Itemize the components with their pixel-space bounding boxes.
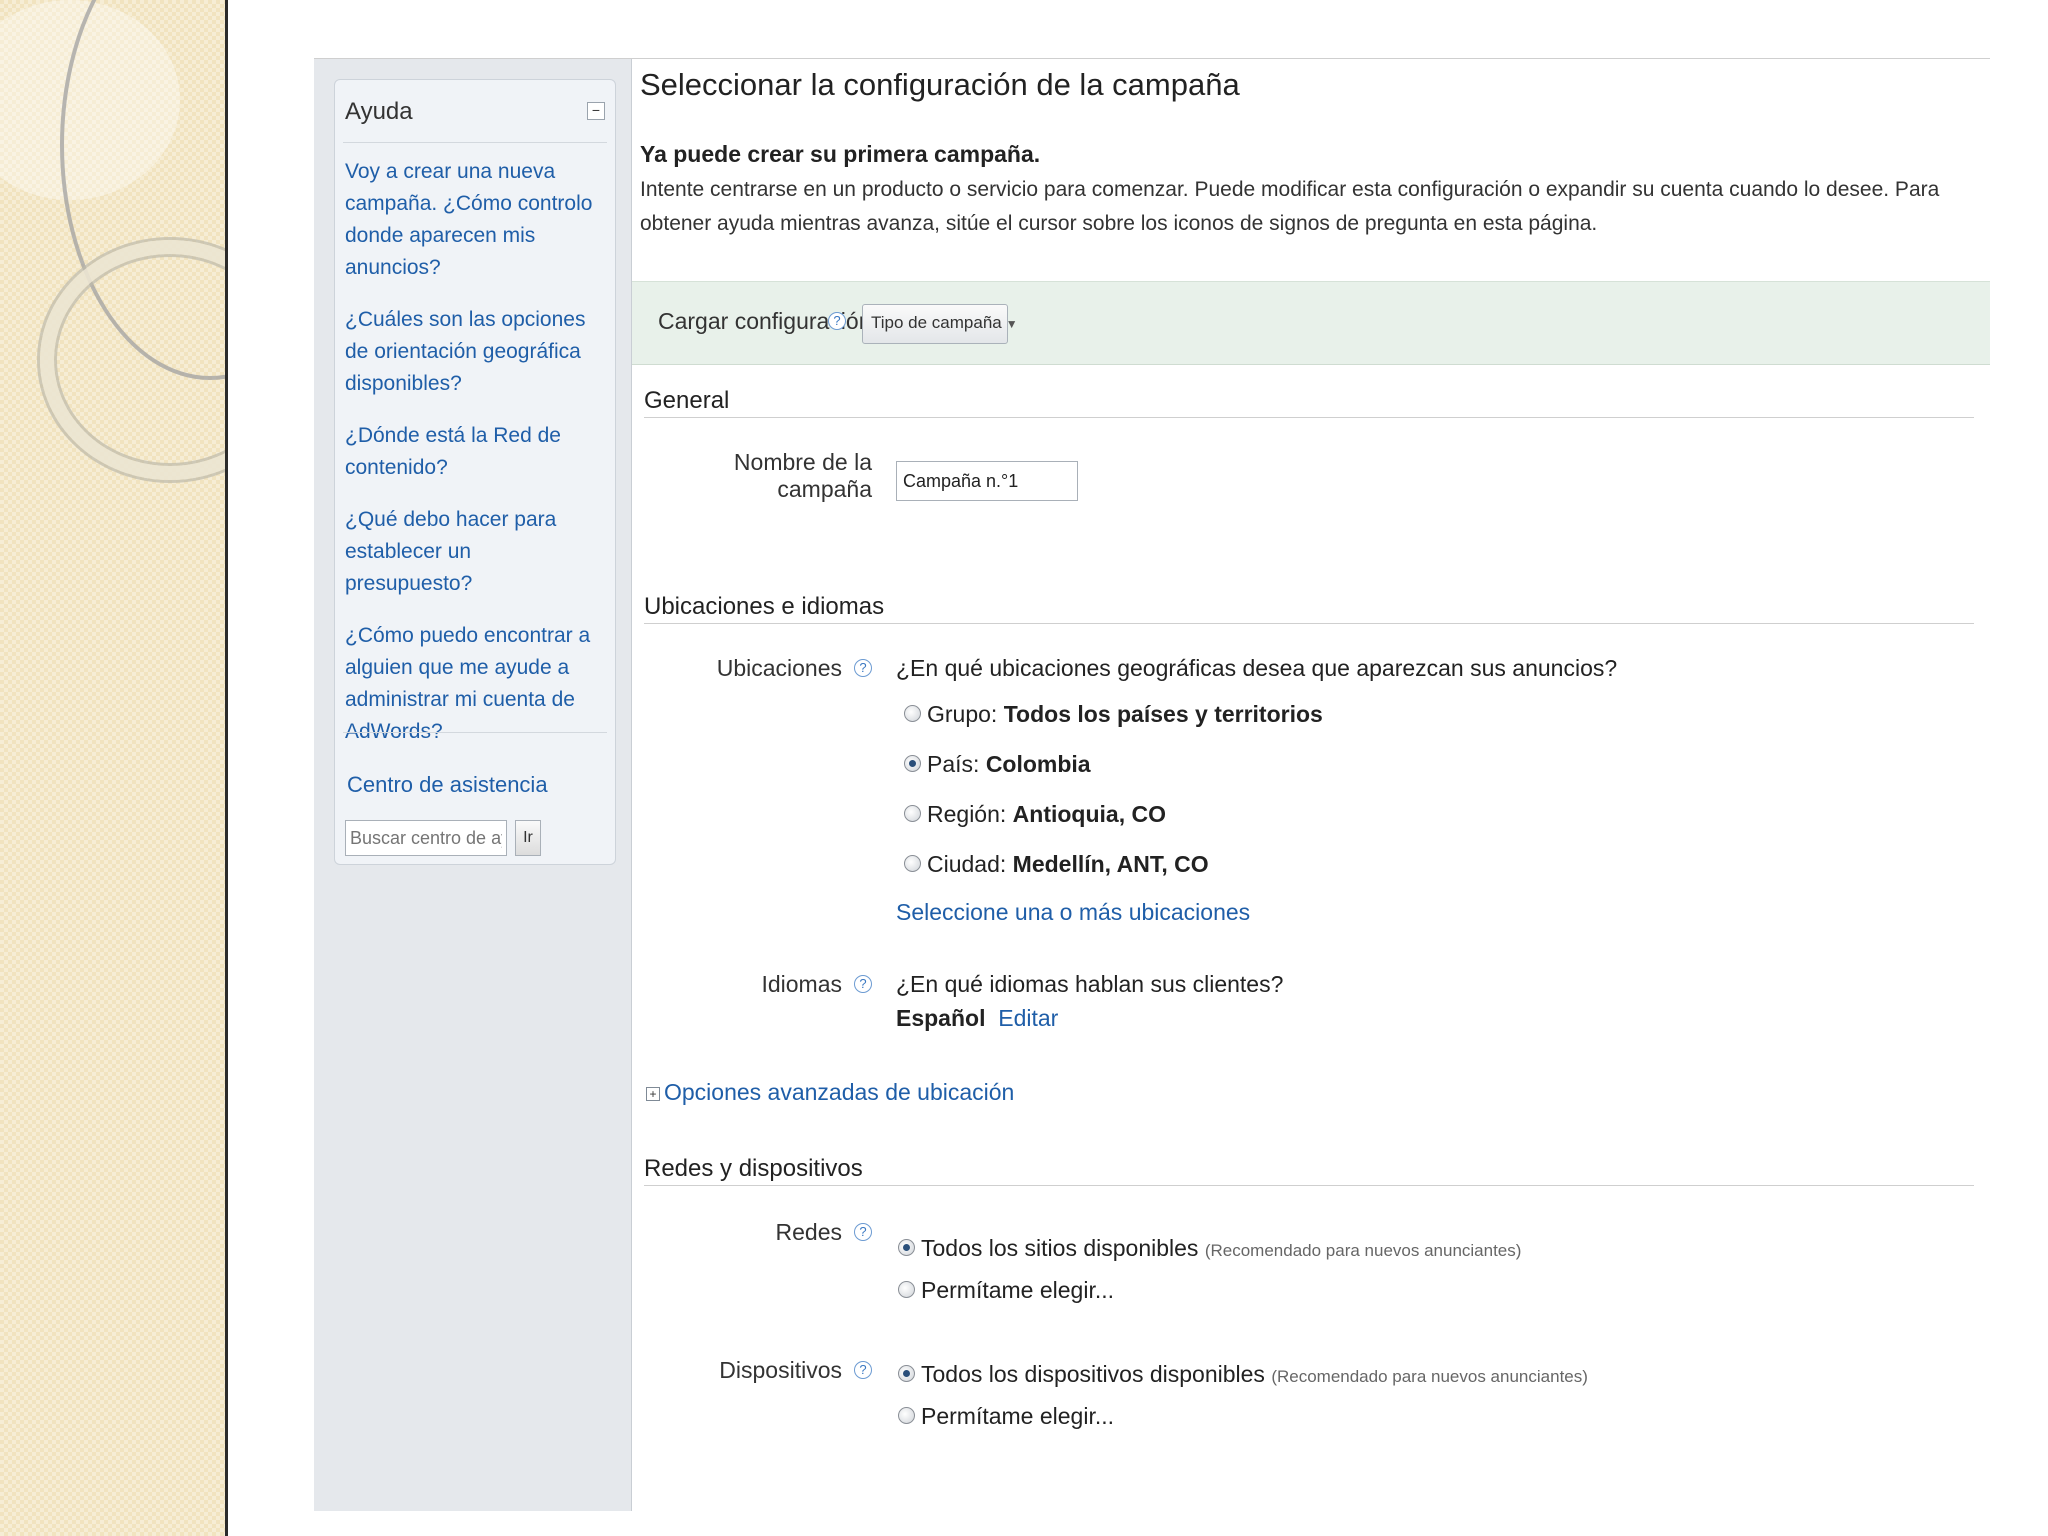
radio-button[interactable] bbox=[898, 1407, 915, 1425]
radio-button-selected[interactable] bbox=[898, 1365, 915, 1383]
edit-language-link[interactable]: Editar bbox=[998, 1005, 1058, 1031]
help-question-icon[interactable]: ? bbox=[828, 312, 846, 330]
divider bbox=[644, 1185, 1974, 1186]
networks-choose-label: Permítame elegir... bbox=[921, 1277, 1115, 1303]
divider bbox=[644, 623, 1974, 624]
collapse-icon[interactable]: − bbox=[587, 102, 605, 120]
divider bbox=[343, 142, 607, 143]
help-link-campaign[interactable]: Voy a crear una nueva campaña. ¿Cómo con… bbox=[345, 156, 595, 284]
divider bbox=[644, 417, 1974, 418]
section-networks-heading: Redes y dispositivos bbox=[644, 1155, 863, 1182]
campaign-name-input[interactable] bbox=[896, 461, 1078, 501]
networks-option-all[interactable]: Todos los sitios disponibles (Recomendad… bbox=[898, 1235, 1521, 1262]
devices-choose-label: Permítame elegir... bbox=[921, 1403, 1115, 1429]
language-value: Español bbox=[896, 1005, 986, 1031]
devices-all-label: Todos los dispositivos disponibles bbox=[921, 1361, 1265, 1387]
locations-question: ¿En qué ubicaciones geográficas desea qu… bbox=[896, 655, 1618, 681]
language-row: Español Editar bbox=[896, 1005, 1058, 1032]
adwords-window: Ayuda − Voy a crear una nueva campaña. ¿… bbox=[314, 58, 1990, 1511]
help-question-icon[interactable]: ? bbox=[854, 975, 872, 993]
intro-text: Intente centrarse en un producto o servi… bbox=[640, 178, 1940, 235]
radio-button-selected[interactable] bbox=[898, 1239, 915, 1257]
help-question-icon[interactable]: ? bbox=[854, 659, 872, 677]
help-link-budget[interactable]: ¿Qué debo hacer para establecer un presu… bbox=[345, 504, 595, 600]
devices-recommended-note: (Recomendado para nuevos anunciantes) bbox=[1271, 1367, 1588, 1386]
campaign-name-label: Nombre de la campaña bbox=[733, 449, 872, 502]
location-option-value: Medellín, ANT, CO bbox=[1012, 851, 1209, 877]
divider bbox=[343, 732, 607, 733]
devices-label: Dispositivos bbox=[719, 1357, 842, 1383]
help-question-icon[interactable]: ? bbox=[854, 1223, 872, 1241]
radio-button[interactable] bbox=[904, 805, 921, 823]
radio-button-selected[interactable] bbox=[904, 755, 921, 773]
devices-option-choose[interactable]: Permítame elegir... bbox=[898, 1403, 1114, 1430]
location-option-country[interactable]: País: Colombia bbox=[904, 751, 1091, 778]
location-option-region[interactable]: Región: Antioquia, CO bbox=[904, 801, 1166, 828]
location-option-value: Colombia bbox=[985, 751, 1091, 777]
decorative-ring bbox=[40, 240, 228, 480]
networks-option-choose[interactable]: Permítame elegir... bbox=[898, 1277, 1114, 1304]
page-title: Seleccionar la configuración de la campa… bbox=[640, 67, 1240, 102]
decorative-strip bbox=[0, 0, 228, 1536]
expand-plus-icon[interactable]: + bbox=[646, 1086, 660, 1101]
section-locations-heading: Ubicaciones e idiomas bbox=[644, 593, 885, 620]
devices-option-all[interactable]: Todos los dispositivos disponibles (Reco… bbox=[898, 1361, 1588, 1388]
networks-label: Redes bbox=[775, 1219, 842, 1245]
caret-down-icon: ▼ bbox=[1005, 317, 1018, 331]
locations-label: Ubicaciones bbox=[716, 655, 842, 681]
radio-button[interactable] bbox=[904, 705, 921, 723]
location-option-prefix: País: bbox=[927, 751, 980, 777]
help-panel: Ayuda − Voy a crear una nueva campaña. ¿… bbox=[334, 79, 616, 865]
help-link-account-help[interactable]: ¿Cómo puedo encontrar a alguien que me a… bbox=[345, 620, 595, 748]
load-settings-bar: Cargar configuración ? Tipo de campaña ▼ bbox=[632, 281, 1990, 365]
select-locations-link[interactable]: Seleccione una o más ubicaciones bbox=[896, 899, 1250, 926]
languages-label: Idiomas bbox=[761, 971, 842, 997]
help-links: Voy a crear una nueva campaña. ¿Cómo con… bbox=[345, 156, 595, 768]
networks-recommended-note: (Recomendado para nuevos anunciantes) bbox=[1204, 1241, 1522, 1260]
help-link-content-network[interactable]: ¿Dónde está la Red de contenido? bbox=[345, 420, 595, 484]
location-option-city[interactable]: Ciudad: Medellín, ANT, CO bbox=[904, 851, 1209, 878]
main-content: Seleccionar la configuración de la campa… bbox=[632, 59, 1990, 1510]
help-search-input[interactable] bbox=[345, 820, 507, 856]
location-option-group[interactable]: Grupo: Todos los países y territorios bbox=[904, 701, 1323, 728]
left-sidebar: Ayuda − Voy a crear una nueva campaña. ¿… bbox=[314, 59, 632, 1511]
help-title: Ayuda bbox=[345, 98, 413, 125]
help-link-geo-options[interactable]: ¿Cuáles son las opciones de orientación … bbox=[345, 304, 595, 400]
location-option-value: Todos los países y territorios bbox=[1003, 701, 1323, 727]
languages-question: ¿En qué idiomas hablan sus clientes? bbox=[896, 971, 1284, 997]
campaign-type-value: Tipo de campaña bbox=[871, 313, 1002, 332]
location-option-prefix: Región: bbox=[927, 801, 1007, 827]
networks-all-label: Todos los sitios disponibles bbox=[921, 1235, 1199, 1261]
radio-button[interactable] bbox=[904, 855, 921, 873]
location-option-value: Antioquia, CO bbox=[1012, 801, 1166, 827]
section-general-heading: General bbox=[644, 387, 730, 414]
help-go-button[interactable]: Ir bbox=[515, 820, 541, 856]
radio-button[interactable] bbox=[898, 1281, 915, 1299]
campaign-type-dropdown[interactable]: Tipo de campaña ▼ bbox=[862, 304, 1018, 344]
advanced-location-link[interactable]: Opciones avanzadas de ubicación bbox=[664, 1079, 1014, 1105]
location-option-prefix: Ciudad: bbox=[927, 851, 1007, 877]
advanced-location-options[interactable]: + Opciones avanzadas de ubicación bbox=[646, 1079, 1014, 1106]
intro-heading: Ya puede crear su primera campaña. bbox=[640, 141, 1041, 167]
help-center-link[interactable]: Centro de asistencia bbox=[347, 772, 548, 798]
location-option-prefix: Grupo: bbox=[927, 701, 998, 727]
help-question-icon[interactable]: ? bbox=[854, 1361, 872, 1379]
